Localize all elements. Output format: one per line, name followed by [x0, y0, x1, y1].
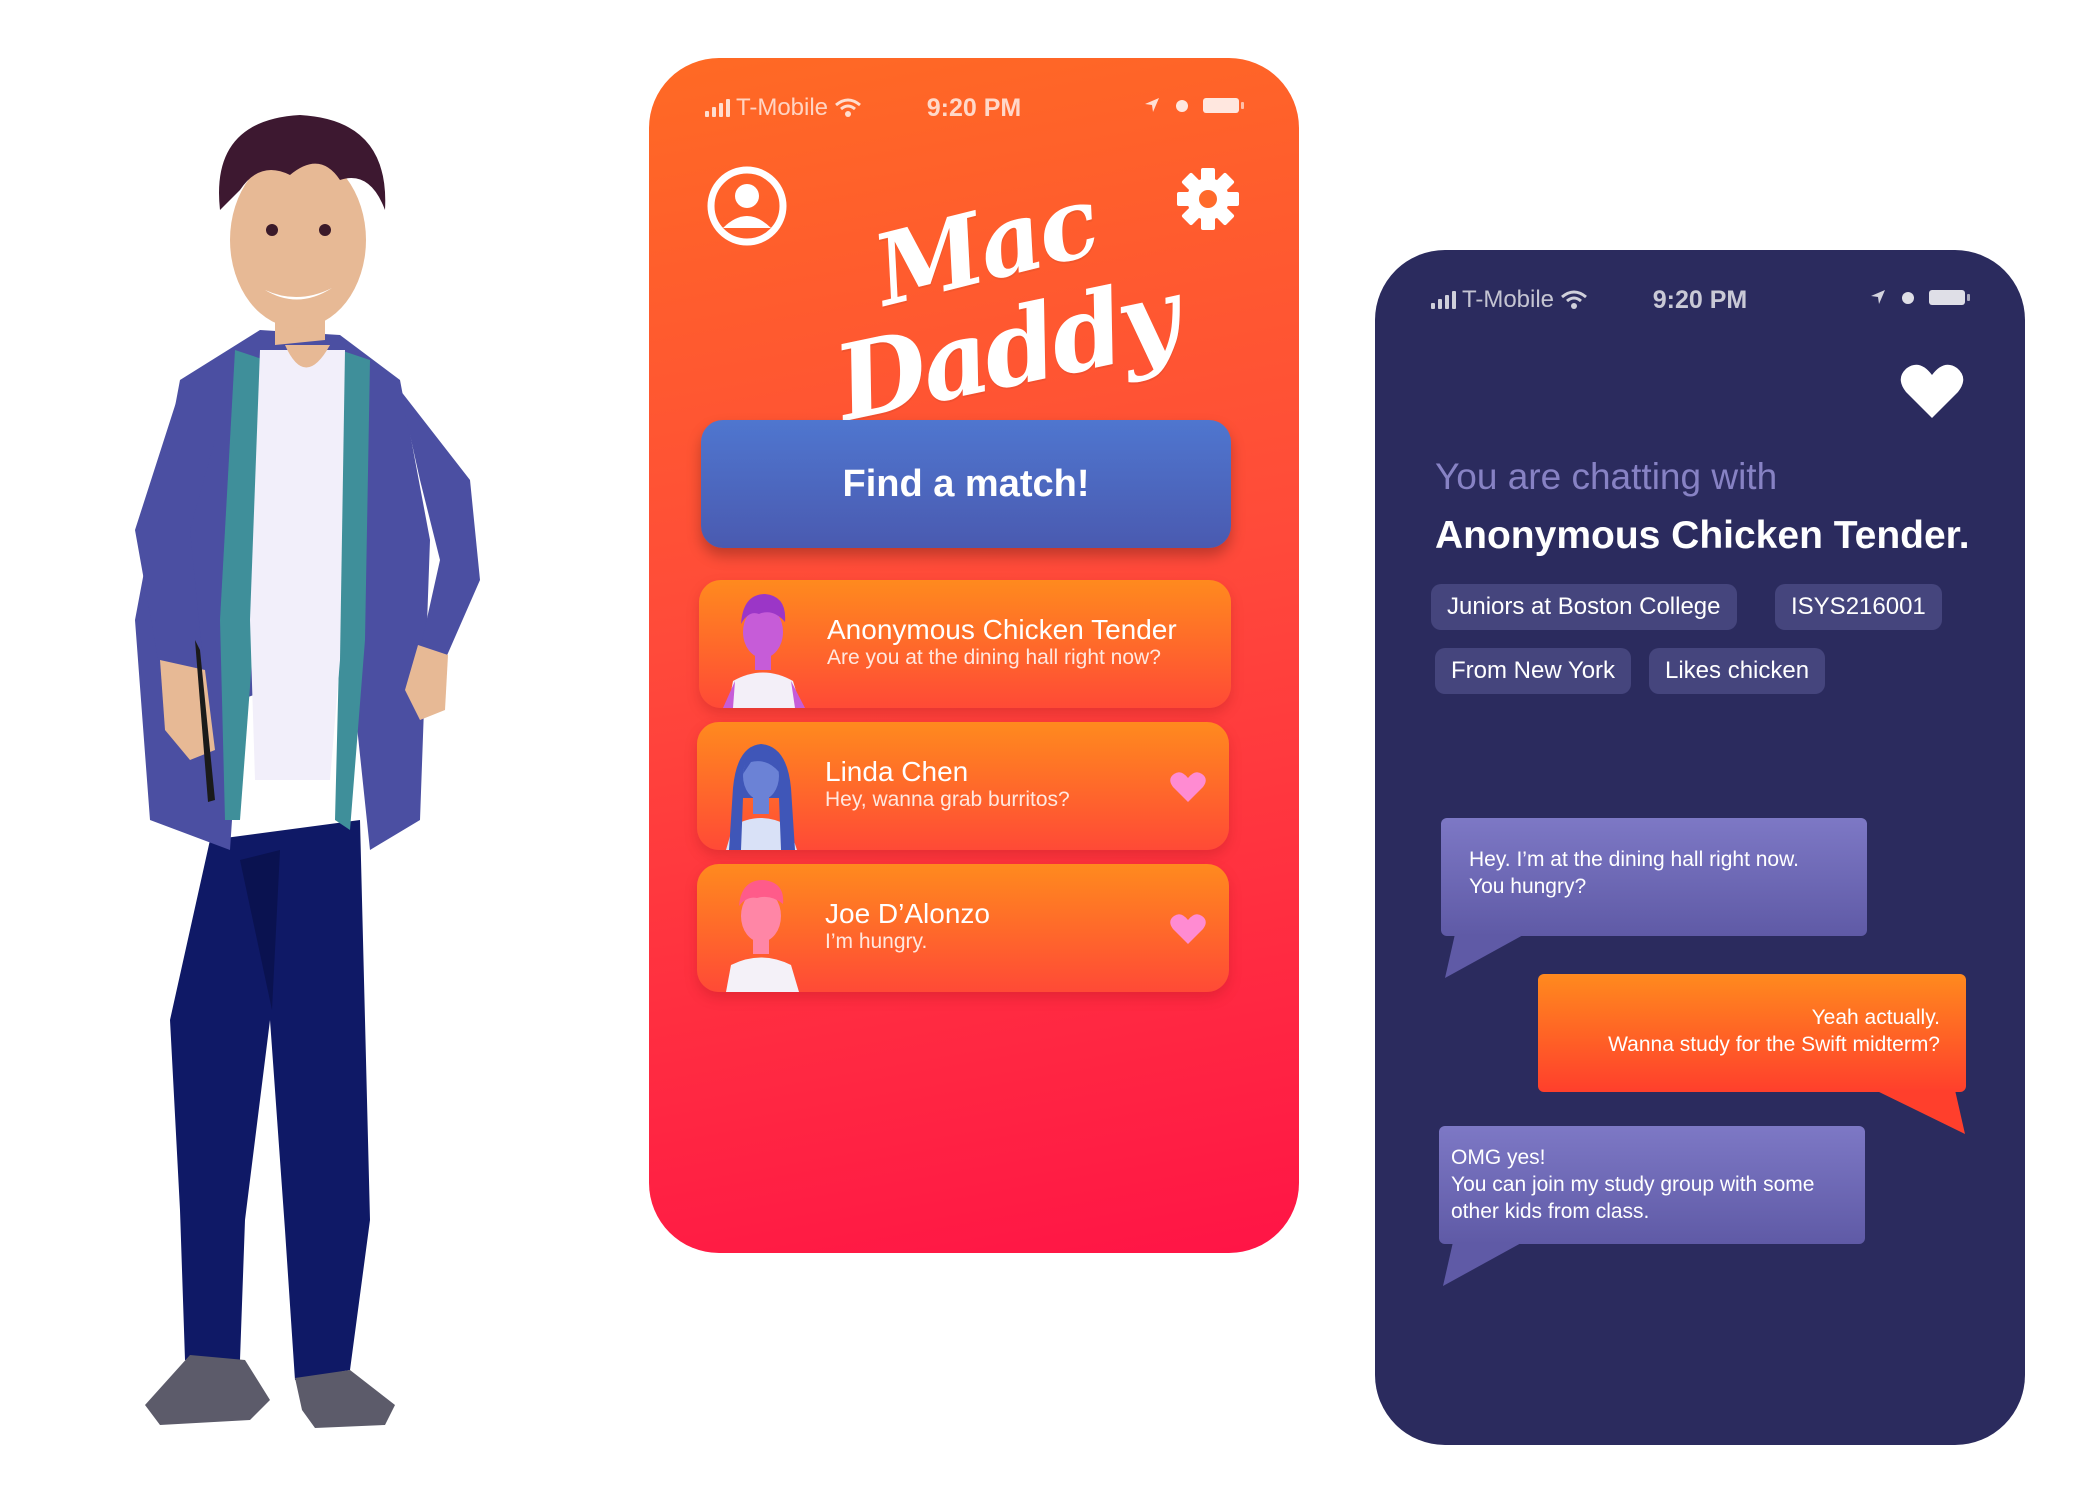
alarm-icon	[1176, 100, 1188, 112]
match-last-message: I’m hungry.	[825, 930, 928, 953]
mac-daddy-logo: Mac Daddy	[825, 164, 1187, 446]
profile-tag: ISYS216001	[1775, 584, 1942, 630]
liked-heart-icon[interactable]	[1169, 770, 1207, 804]
status-right-icons	[1869, 288, 1970, 306]
bubble-tail	[1445, 934, 1525, 978]
battery-icon	[1929, 289, 1970, 305]
message-line: Wanna study for the Swift midterm?	[1608, 1033, 1940, 1056]
like-heart-icon[interactable]	[1899, 362, 1965, 420]
profile-tag: Juniors at Boston College	[1431, 584, 1737, 630]
message-line: You can join my study group with some	[1451, 1173, 1815, 1196]
message-bubble-sent: Yeah actually. Wanna study for the Swift…	[1538, 974, 1966, 1092]
chat-screen-phone: T-Mobile 9:20 PM You are chatting with A…	[1375, 250, 2025, 1445]
match-last-message: Are you at the dining hall right now?	[827, 646, 1161, 669]
message-line: Hey. I’m at the dining hall right now.	[1469, 848, 1799, 871]
bubble-tail	[1443, 1242, 1523, 1286]
home-screen-phone: T-Mobile 9:20 PM Mac Daddy Find a match!…	[649, 58, 1299, 1253]
match-name: Anonymous Chicken Tender	[827, 614, 1177, 645]
message-line: You hungry?	[1469, 875, 1587, 898]
find-match-button[interactable]: Find a match!	[701, 420, 1231, 548]
liked-heart-icon[interactable]	[1169, 912, 1207, 946]
settings-gear-icon[interactable]	[1175, 166, 1241, 232]
message-line: other kids from class.	[1451, 1200, 1650, 1223]
message-bubble-received: OMG yes! You can join my study group wit…	[1439, 1126, 1865, 1244]
student-character-illustration	[135, 115, 480, 1428]
battery-icon	[1203, 97, 1244, 113]
bubble-tail	[1875, 1090, 1965, 1134]
profile-tag: Likes chicken	[1649, 648, 1826, 694]
match-avatar	[723, 594, 805, 708]
match-last-message: Hey, wanna grab burritos?	[825, 788, 1070, 811]
message-line: OMG yes!	[1451, 1146, 1546, 1169]
match-card-anonymous-chicken-tender[interactable]: Anonymous Chicken Tender Are you at the …	[699, 580, 1231, 708]
status-bar: T-Mobile 9:20 PM	[1375, 286, 2025, 326]
profile-tag: From New York	[1435, 648, 1632, 694]
match-name: Joe D’Alonzo	[825, 898, 990, 929]
match-card-joe-dalonzo[interactable]: Joe D’Alonzo I’m hungry.	[697, 864, 1229, 992]
status-right-icons	[1143, 96, 1244, 114]
chat-intro-text: You are chatting with	[1435, 456, 1778, 497]
match-card-linda-chen[interactable]: Linda Chen Hey, wanna grab burritos?	[697, 722, 1229, 850]
location-arrow-icon	[1145, 98, 1159, 112]
profile-icon[interactable]	[707, 166, 787, 246]
message-bubble-received: Hey. I’m at the dining hall right now. Y…	[1441, 818, 1867, 936]
match-name: Linda Chen	[825, 756, 969, 787]
location-arrow-icon	[1871, 290, 1885, 304]
status-bar: T-Mobile 9:20 PM	[649, 94, 1299, 134]
message-line: Yeah actually.	[1811, 1006, 1940, 1029]
alarm-icon	[1902, 292, 1914, 304]
match-avatar	[726, 880, 799, 992]
match-avatar	[726, 744, 797, 850]
chat-partner-name: Anonymous Chicken Tender.	[1435, 514, 1970, 557]
